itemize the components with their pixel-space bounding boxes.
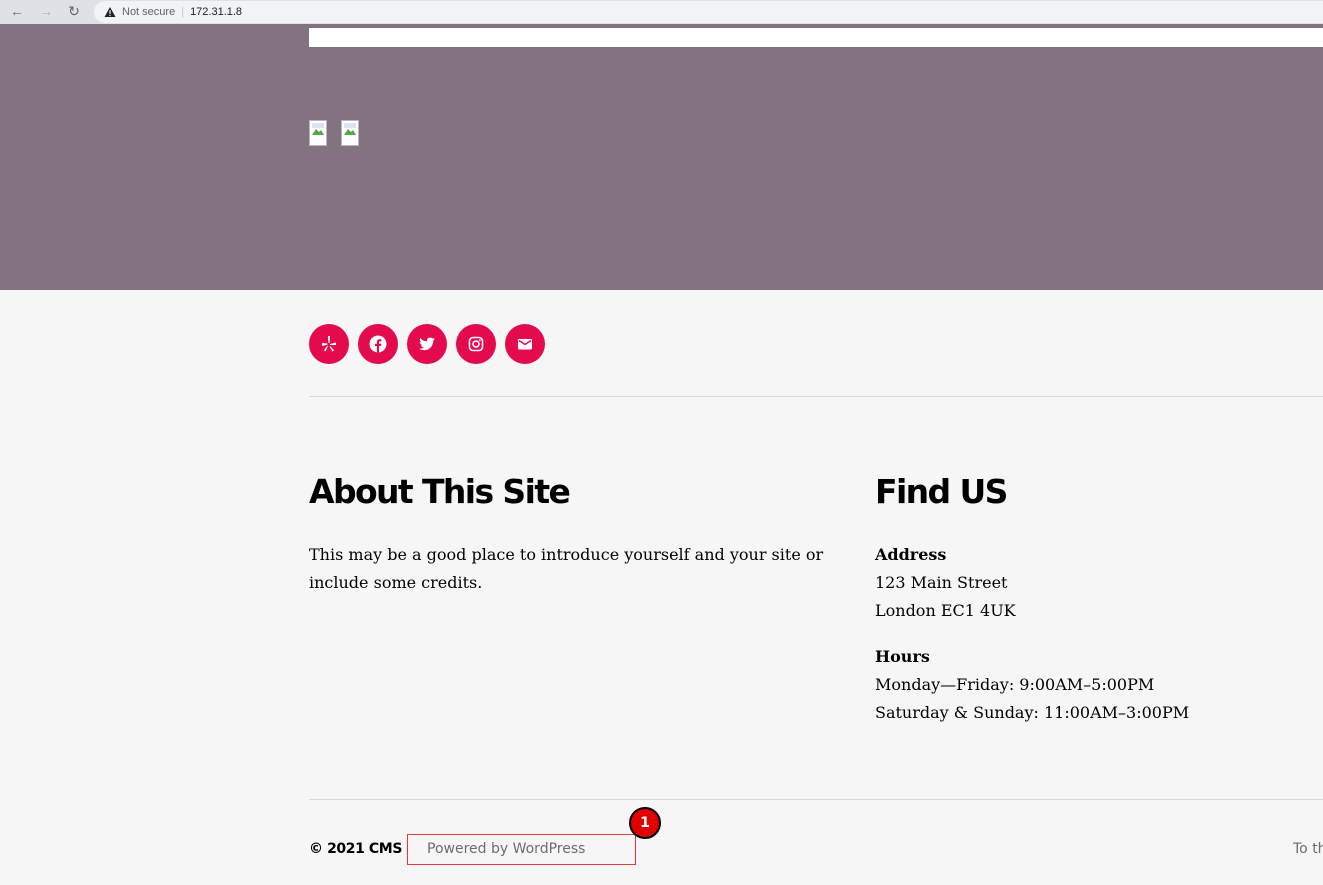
broken-image-icon [341,120,359,146]
hours-line: Monday—Friday: 9:00AM–5:00PM [875,675,1155,694]
twitter-icon [419,337,435,351]
address-block: Address 123 Main Street London EC1 4UK [875,541,1016,625]
mail-link[interactable] [505,324,545,364]
security-label: Not secure [122,6,176,18]
yelp-link[interactable] [309,324,349,364]
hours-line: Saturday & Sunday: 11:00AM–3:00PM [875,703,1190,722]
divider [309,396,1323,397]
browser-toolbar: ← → ↻ Not secure | 172.31.1.8 [0,0,1323,24]
to-the-top-link[interactable]: To the top ↑ [1293,841,1323,857]
broken-image-icon [309,120,327,146]
address-line: London EC1 4UK [875,601,1016,620]
hero-white-bar [309,28,1323,47]
hours-heading: Hours [875,647,930,666]
warning-triangle-icon [104,7,116,17]
instagram-icon [468,336,484,352]
about-text-line: include some credits. [309,573,483,592]
address-bar[interactable]: Not secure | 172.31.1.8 [94,1,1323,23]
address-heading: Address [875,545,947,564]
about-title: About This Site [309,472,571,511]
facebook-link[interactable] [358,324,398,364]
twitter-link[interactable] [407,324,447,364]
facebook-icon [369,335,387,353]
omnibox-divider: | [181,6,185,18]
hero-section [0,24,1323,290]
forward-arrow-icon[interactable]: → [38,3,54,19]
address-line: 123 Main Street [875,573,1008,592]
mail-icon [518,339,532,350]
url-text: 172.31.1.8 [190,6,243,18]
back-arrow-icon[interactable]: ← [9,3,25,19]
footer-copyright: © 2021 CMS [309,841,403,857]
powered-by-wordpress-link[interactable]: Powered by WordPress [427,841,585,857]
about-text: This may be a good place to introduce yo… [309,541,823,597]
divider [309,799,1323,800]
social-icons [309,324,545,364]
reload-icon[interactable]: ↻ [66,3,82,19]
find-us-title: Find US [875,472,1008,511]
instagram-link[interactable] [456,324,496,364]
annotation-marker: 1 [629,807,661,839]
yelp-icon [322,336,336,352]
hours-block: Hours Monday—Friday: 9:00AM–5:00PM Satur… [875,643,1189,727]
about-text-line: This may be a good place to introduce yo… [309,545,824,564]
